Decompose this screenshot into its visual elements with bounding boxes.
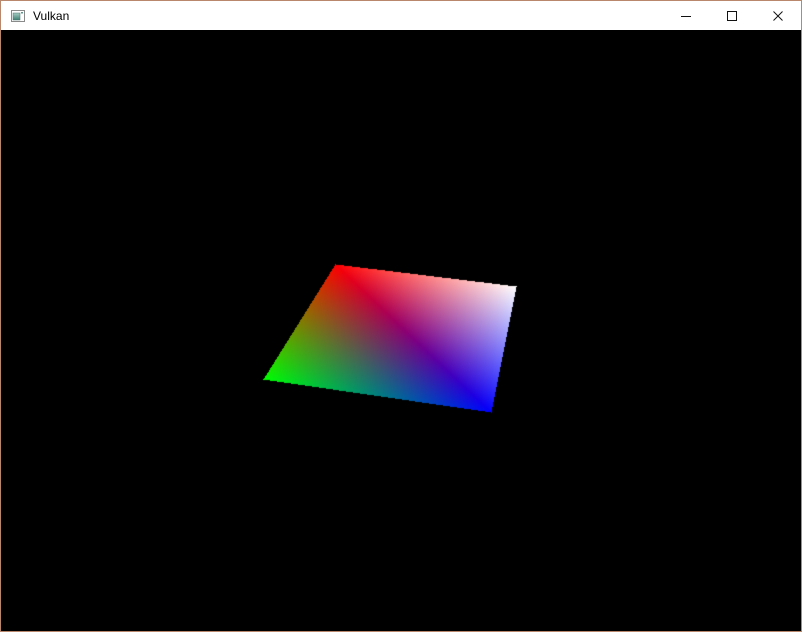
maximize-icon xyxy=(727,10,737,21)
minimize-icon xyxy=(681,15,691,17)
render-viewport xyxy=(1,30,801,631)
vulkan-client-area xyxy=(1,30,801,631)
app-window-icon[interactable] xyxy=(10,8,26,24)
window-title: Vulkan xyxy=(33,8,70,23)
close-icon xyxy=(773,10,783,21)
titlebar[interactable]: Vulkan xyxy=(1,1,801,30)
close-button[interactable] xyxy=(755,1,801,30)
minimize-button[interactable] xyxy=(663,1,709,30)
window-controls xyxy=(663,1,801,30)
maximize-button[interactable] xyxy=(709,1,755,30)
vulkan-window: Vulkan xyxy=(0,0,802,632)
